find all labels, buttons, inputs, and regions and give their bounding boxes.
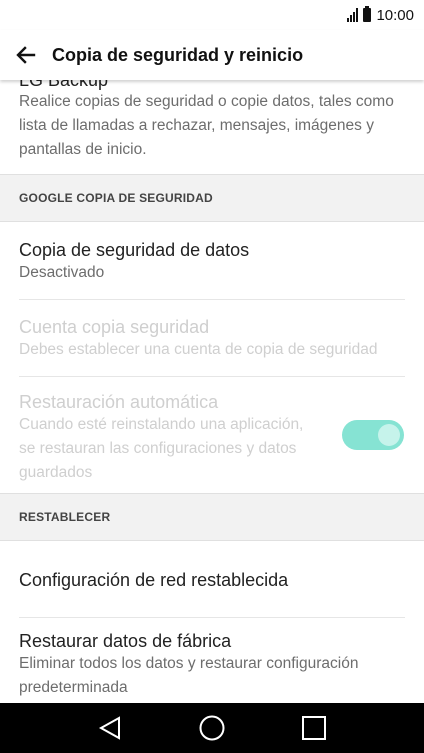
- section-header-google: GOOGLE COPIA DE SEGURIDAD: [0, 174, 424, 222]
- backup-account-item: Cuenta copia seguridad Debes establecer …: [0, 300, 424, 376]
- back-button[interactable]: [0, 30, 52, 80]
- factory-reset-item[interactable]: Restaurar datos de fábrica Eliminar todo…: [0, 618, 424, 703]
- clock: 10:00: [376, 6, 414, 24]
- factory-reset-subtitle: Eliminar todos los datos y restaurar con…: [19, 655, 359, 696]
- app-bar: Copia de seguridad y reinicio: [0, 30, 424, 80]
- signal-icon: [347, 8, 359, 22]
- auto-restore-title: Restauración automática: [19, 392, 219, 412]
- arrow-left-icon: [16, 46, 36, 64]
- backup-data-title: Copia de seguridad de datos: [19, 240, 250, 260]
- auto-restore-subtitle: Cuando esté reinstalando una aplicación,…: [19, 416, 304, 481]
- battery-icon: [363, 6, 372, 22]
- auto-restore-item: Restauración automática Cuando esté rein…: [0, 377, 424, 493]
- network-reset-item[interactable]: Configuración de red restablecida: [0, 541, 424, 617]
- backup-account-subtitle: Debes establecer una cuenta de copia de …: [19, 341, 378, 358]
- circle-home-icon[interactable]: [198, 714, 226, 742]
- auto-restore-toggle: [342, 420, 404, 450]
- backup-data-item[interactable]: Copia de seguridad de datos Desactivado: [0, 222, 424, 299]
- settings-list[interactable]: LG Backup Realice copias de seguridad o …: [0, 80, 424, 703]
- backup-data-status: Desactivado: [19, 264, 105, 281]
- network-reset-title: Configuración de red restablecida: [19, 570, 289, 590]
- factory-reset-title: Restaurar datos de fábrica: [19, 631, 232, 651]
- status-bar: 10:00: [0, 0, 424, 30]
- section-header-reset: RESTABLECER: [0, 493, 424, 541]
- lg-backup-item[interactable]: LG Backup Realice copias de seguridad o …: [0, 80, 424, 172]
- navigation-bar: [0, 703, 424, 753]
- page-title: Copia de seguridad y reinicio: [52, 44, 304, 65]
- toggle-knob: [378, 424, 400, 446]
- backup-account-title: Cuenta copia seguridad: [19, 317, 210, 337]
- square-recents-icon[interactable]: [301, 715, 327, 741]
- lg-backup-description: Realice copias de seguridad o copie dato…: [19, 93, 394, 158]
- triangle-back-icon[interactable]: [97, 715, 123, 741]
